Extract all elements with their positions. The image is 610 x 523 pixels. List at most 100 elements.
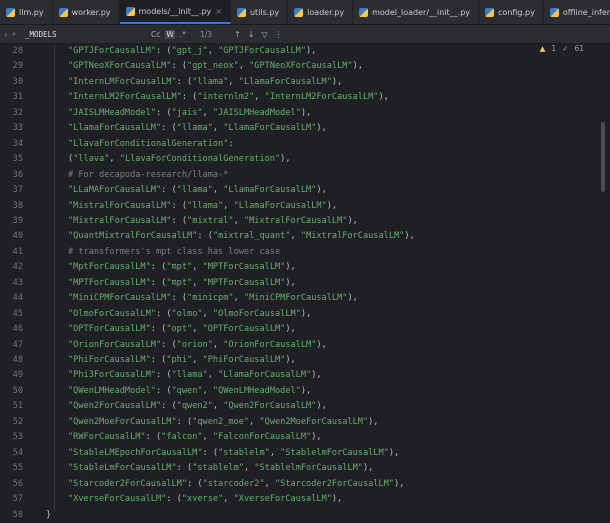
match-count: 1/3 <box>199 29 213 39</box>
code-text: "Qwen2ForCausalLM": ("qwen2", "Qwen2ForC… <box>68 401 327 412</box>
filter-icon[interactable]: ▽ <box>261 30 267 39</box>
code-text: "Phi3ForCausalLM": ("llama", "LlamaForCa… <box>68 370 322 381</box>
tab-7[interactable]: offline_inference.py <box>544 0 610 24</box>
regex-toggle[interactable]: .* <box>180 30 186 39</box>
code-line: 41 # transformers's mpt class has lower c… <box>0 245 590 260</box>
line-number: 57 <box>12 494 23 505</box>
line-number: 58 <box>12 509 23 520</box>
code-line: 40 "QuantMixtralForCausalLM": ("mixtral_q… <box>0 229 590 244</box>
python-file-icon <box>58 7 68 17</box>
tab-label: utils.py <box>249 7 280 17</box>
tab-2[interactable]: models/__init__.py × <box>119 0 231 24</box>
code-text: ("llava", "LlavaForConditionalGeneration… <box>68 154 291 165</box>
tab-label: loader.py <box>307 7 345 17</box>
tab-label: offline_inference.py <box>562 7 610 17</box>
code-line: 43 "MPTForCausalLM": ("mpt", "MPTForCausa… <box>0 276 590 291</box>
code-text: "InternLM2ForCausalLM": ("internlm2", "I… <box>68 92 389 103</box>
line-number: 49 <box>12 370 23 381</box>
tab-3[interactable]: utils.py <box>231 0 289 24</box>
tab-1[interactable]: worker.py <box>53 0 120 24</box>
line-number: 56 <box>12 478 23 489</box>
code-line: 37 "LLaMAForCausalLM": ("llama", "LlamaFo… <box>0 183 590 198</box>
code-line: 31 "InternLM2ForCausalLM": ("internlm2", … <box>0 90 590 105</box>
code-text: "JAISLMHeadModel": ("jais", "JAISLMHeadM… <box>68 107 312 118</box>
python-file-icon <box>236 7 246 17</box>
more-options-icon[interactable]: ⋮ <box>275 30 283 39</box>
search-icon: ⌕ <box>12 29 17 38</box>
tab-label: models/__init__.py <box>138 6 212 16</box>
vertical-scrollbar[interactable] <box>601 122 605 192</box>
code-text: "OrionForCausalLM": ("orion", "OrionForC… <box>68 339 327 350</box>
code-line: 51 "Qwen2ForCausalLM": ("qwen2", "Qwen2Fo… <box>0 399 590 414</box>
code-text: "InternLMForCausalLM": ("llama", "LlamaF… <box>68 76 343 87</box>
line-number: 51 <box>12 401 23 412</box>
code-line: 48 "PhiForCausalLM": ("phi", "PhiForCausa… <box>0 353 590 368</box>
code-line: 46 "OPTForCausalLM": ("opt", "OPTForCausa… <box>0 322 590 337</box>
code-text: } <box>46 509 52 520</box>
code-line: 52 "Qwen2MoeForCausalLM": ("qwen2_moe", "… <box>0 415 590 430</box>
code-text: "PhiForCausalLM": ("phi", "PhiForCausalL… <box>68 355 296 365</box>
line-number: 35 <box>12 154 23 165</box>
tab-5[interactable]: model_loader/__init__.py <box>353 0 480 24</box>
code-line: 55 "StableLmForCausalLM": ("stablelm", "S… <box>0 461 590 476</box>
code-line: 32 "JAISLMHeadModel": ("jais", "JAISLMHea… <box>0 106 590 121</box>
tab-label: config.py <box>498 7 535 17</box>
code-text: "QWenLMHeadModel": ("qwen", "QWenLMHeadM… <box>68 385 312 396</box>
code-line: 54 "StableLMEpochForCausalLM": ("stablelm… <box>0 446 590 461</box>
tab-label: worker.py <box>71 7 111 17</box>
code-text: "OPTForCausalLM": ("opt", "OPTForCausalL… <box>68 324 296 335</box>
find-input[interactable]: _MODELS <box>22 30 145 39</box>
code-line: 53 "RWForCausalLM": ("falcon", "FalconFor… <box>0 430 590 445</box>
python-file-icon <box>485 7 495 17</box>
previous-match-icon[interactable]: ↑ <box>234 30 241 39</box>
tab-6[interactable]: config.py <box>479 0 544 24</box>
close-icon[interactable]: × <box>215 7 222 16</box>
line-number: 28 <box>12 46 23 56</box>
code-text: "MiniCPMForCausalLM": ("minicpm", "MiniC… <box>68 293 358 304</box>
tab-4[interactable]: loader.py <box>288 0 354 24</box>
find-options: Cc W .* <box>151 29 186 39</box>
find-bar: › ⌕ _MODELS Cc W .* 1/3 ↑ ↓ ▽ ⋮ <box>0 25 610 44</box>
line-number: 47 <box>12 339 23 350</box>
code-text: "LlavaForConditionalGeneration": <box>68 138 234 149</box>
python-file-icon <box>359 7 369 17</box>
find-nav: ↑ ↓ ▽ ⋮ <box>234 30 283 39</box>
line-number: 39 <box>12 215 23 226</box>
line-number: 48 <box>12 355 23 365</box>
tab-0[interactable]: llm.py <box>0 0 53 24</box>
code-line: 28 "GPTJForCausalLM": ("gpt_j", "GPTJForC… <box>0 44 590 59</box>
code-line: 47 "OrionForCausalLM": ("orion", "OrionFo… <box>0 338 590 353</box>
code-line: 49 "Phi3ForCausalLM": ("llama", "LlamaFor… <box>0 368 590 383</box>
code-text: "LLaMAForCausalLM": ("llama", "LlamaForC… <box>68 185 327 196</box>
code-text: "MixtralForCausalLM": ("mixtral", "Mixtr… <box>68 215 358 226</box>
line-number: 54 <box>12 447 23 458</box>
code-line: 42 "MptForCausalLM": ("mpt", "MPTForCausa… <box>0 260 590 275</box>
code-text: "OlmoForCausalLM": ("olmo", "OlmoForCaus… <box>68 308 312 319</box>
line-number: 29 <box>12 61 23 72</box>
line-number: 41 <box>12 246 23 257</box>
code-text: "StableLMEpochForCausalLM": ("stablelm",… <box>68 447 400 458</box>
line-number: 30 <box>12 76 23 87</box>
line-number: 44 <box>12 293 23 304</box>
code-line: 30 "InternLMForCausalLM": ("llama", "Llam… <box>0 75 590 90</box>
line-number: 33 <box>12 123 23 134</box>
whole-words-toggle[interactable]: W <box>165 29 175 39</box>
line-number: 53 <box>12 432 23 443</box>
code-text: "RWForCausalLM": ("falcon", "FalconForCa… <box>68 432 322 443</box>
chevron-right-icon[interactable]: › <box>0 30 12 39</box>
line-number: 31 <box>12 92 23 103</box>
code-text: "LlamaForCausalLM": ("llama", "LlamaForC… <box>68 123 327 134</box>
line-number: 34 <box>12 138 23 149</box>
tab-label: llm.py <box>19 7 44 17</box>
code-text: "MptForCausalLM": ("mpt", "MPTForCausalL… <box>68 262 296 273</box>
code-line: 33 "LlamaForCausalLM": ("llama", "LlamaFo… <box>0 121 590 136</box>
tab-label: model_loader/__init__.py <box>372 7 471 17</box>
code-comment: # transformers's mpt class has lower cas… <box>68 246 281 257</box>
code-line: 34 "LlavaForConditionalGeneration": <box>0 137 590 152</box>
code-text: "QuantMixtralForCausalLM": ("mixtral_qua… <box>68 231 415 242</box>
line-number: 52 <box>12 416 23 427</box>
line-number: 36 <box>12 169 23 180</box>
match-case-toggle[interactable]: Cc <box>151 30 160 39</box>
next-match-icon[interactable]: ↓ <box>248 30 255 39</box>
code-editor[interactable]: ▲ 1 ✓ 61 28 "GPTJForCausalLM": ("gpt_j", … <box>0 44 610 520</box>
